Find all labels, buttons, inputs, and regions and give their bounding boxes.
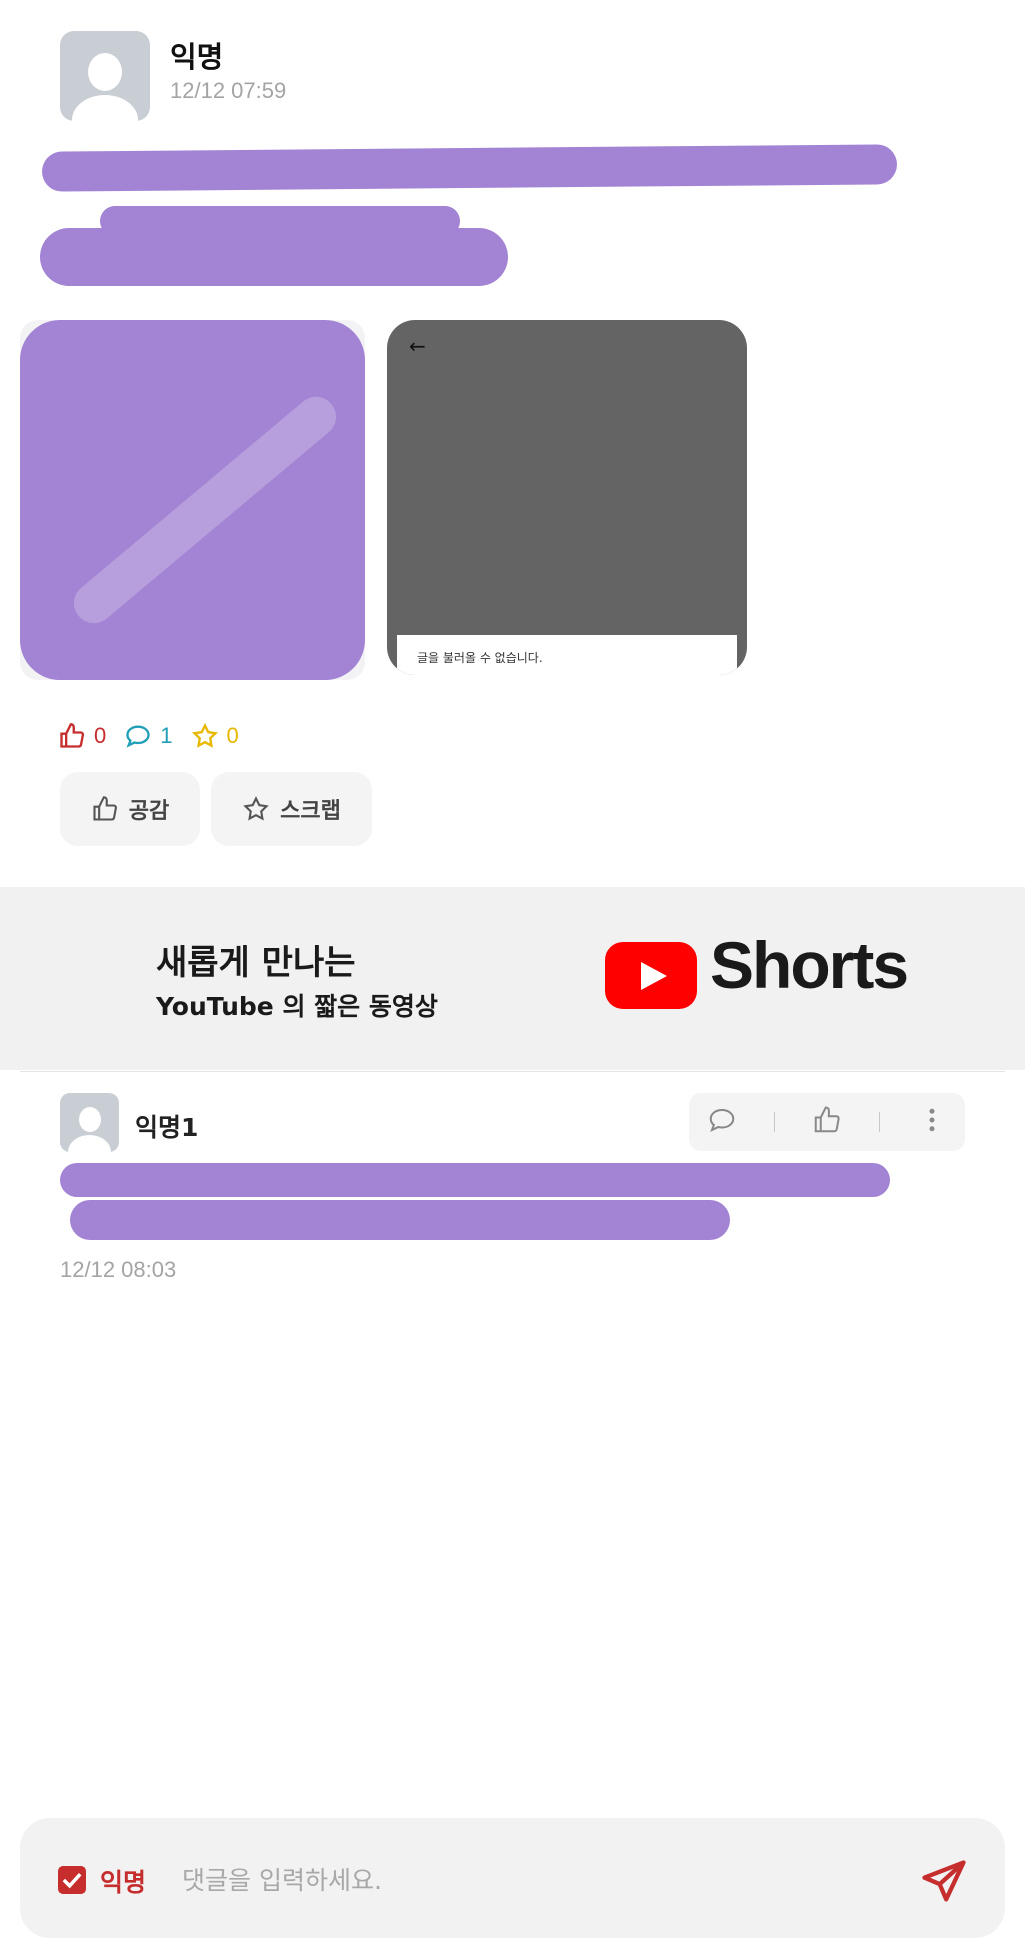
post-author: 익명 <box>170 40 224 74</box>
redaction-mark <box>60 1163 890 1197</box>
anonymous-label[interactable]: 익명 <box>100 1863 146 1899</box>
ad-subline: YouTube 의 짧은 동영상 <box>156 992 438 1021</box>
comment-time: 12/12 08:03 <box>60 1257 177 1282</box>
redaction-mark <box>70 1200 730 1240</box>
comment-count: 1 <box>124 722 173 750</box>
attached-image[interactable]: ← 글을 불러올 수 없습니다. <box>387 320 747 675</box>
comment-avatar <box>60 1093 119 1152</box>
separator <box>774 1112 776 1132</box>
star-icon <box>191 722 218 748</box>
redaction-mark <box>41 144 898 192</box>
comment-composer: 익명 <box>20 1818 1005 1938</box>
scrap-button[interactable]: 스크랩 <box>211 772 372 846</box>
divider <box>20 1071 1005 1072</box>
back-arrow-icon: ← <box>409 334 426 358</box>
ad-headline: 새롭게 만나는 <box>156 943 356 983</box>
speech-bubble-icon <box>126 725 150 748</box>
like-button[interactable]: 공감 <box>60 772 200 846</box>
thumbs-up-icon <box>814 1106 840 1133</box>
shorts-wordmark: Shorts <box>710 928 909 1002</box>
like-count: 0 <box>58 722 106 750</box>
more-options-button[interactable] <box>917 1105 947 1139</box>
redaction-mark <box>40 228 508 286</box>
redaction-mark <box>100 206 460 236</box>
image-error-message: 글을 불러올 수 없습니다. <box>397 635 737 675</box>
more-vertical-icon <box>929 1108 935 1132</box>
ad-banner[interactable]: 새롭게 만나는 YouTube 의 짧은 동영상 Shorts <box>0 887 1025 1070</box>
attached-image[interactable] <box>20 320 365 680</box>
comment-actions <box>689 1093 965 1151</box>
reply-button[interactable] <box>707 1105 737 1139</box>
separator <box>878 1112 880 1132</box>
scrap-count: 0 <box>191 722 239 750</box>
post-stats: 0 1 0 <box>58 722 239 750</box>
thumbs-up-icon <box>93 796 117 821</box>
speech-bubble-icon <box>710 1108 735 1132</box>
checkmark-icon <box>62 1872 82 1889</box>
youtube-play-icon <box>605 942 697 1009</box>
comment-like-button[interactable] <box>812 1105 842 1139</box>
anonymous-checkbox[interactable] <box>58 1866 86 1894</box>
author-avatar <box>60 31 150 121</box>
send-icon[interactable] <box>918 1856 970 1908</box>
post-time: 12/12 07:59 <box>170 78 287 103</box>
comment-input[interactable] <box>180 1854 904 1906</box>
star-icon <box>243 796 269 821</box>
thumbs-up-icon <box>60 723 85 748</box>
comment-author: 익명1 <box>135 1113 199 1142</box>
